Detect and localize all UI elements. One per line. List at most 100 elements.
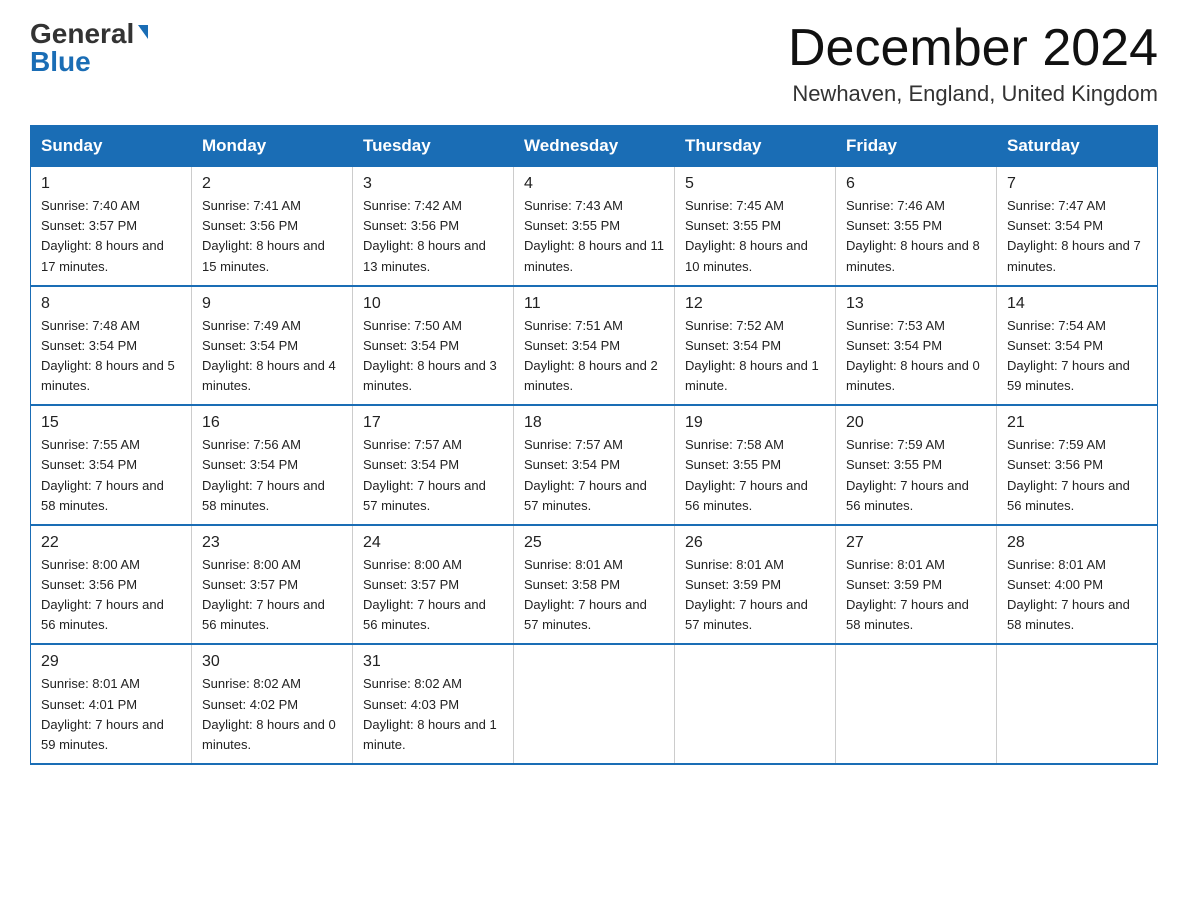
table-row: 13 Sunrise: 7:53 AMSunset: 3:54 PMDaylig… (836, 286, 997, 406)
table-row: 2 Sunrise: 7:41 AMSunset: 3:56 PMDayligh… (192, 167, 353, 286)
day-number: 23 (202, 534, 342, 552)
day-number: 1 (41, 175, 181, 193)
day-info: Sunrise: 7:53 AMSunset: 3:54 PMDaylight:… (846, 318, 980, 393)
col-tuesday: Tuesday (353, 126, 514, 167)
day-info: Sunrise: 7:57 AMSunset: 3:54 PMDaylight:… (363, 437, 486, 512)
day-info: Sunrise: 7:51 AMSunset: 3:54 PMDaylight:… (524, 318, 658, 393)
table-row: 28 Sunrise: 8:01 AMSunset: 4:00 PMDaylig… (997, 525, 1158, 645)
col-monday: Monday (192, 126, 353, 167)
day-info: Sunrise: 8:00 AMSunset: 3:57 PMDaylight:… (363, 557, 486, 632)
day-number: 11 (524, 295, 664, 313)
day-info: Sunrise: 7:50 AMSunset: 3:54 PMDaylight:… (363, 318, 497, 393)
day-info: Sunrise: 7:47 AMSunset: 3:54 PMDaylight:… (1007, 198, 1141, 273)
title-block: December 2024 Newhaven, England, United … (788, 20, 1158, 107)
day-info: Sunrise: 8:00 AMSunset: 3:56 PMDaylight:… (41, 557, 164, 632)
day-info: Sunrise: 7:45 AMSunset: 3:55 PMDaylight:… (685, 198, 808, 273)
logo-general-line: General (30, 20, 148, 48)
day-info: Sunrise: 7:48 AMSunset: 3:54 PMDaylight:… (41, 318, 175, 393)
day-info: Sunrise: 7:46 AMSunset: 3:55 PMDaylight:… (846, 198, 980, 273)
day-info: Sunrise: 7:55 AMSunset: 3:54 PMDaylight:… (41, 437, 164, 512)
table-row: 15 Sunrise: 7:55 AMSunset: 3:54 PMDaylig… (31, 405, 192, 525)
day-number: 15 (41, 414, 181, 432)
table-row: 14 Sunrise: 7:54 AMSunset: 3:54 PMDaylig… (997, 286, 1158, 406)
table-row: 31 Sunrise: 8:02 AMSunset: 4:03 PMDaylig… (353, 644, 514, 764)
page-header: General Blue December 2024 Newhaven, Eng… (30, 20, 1158, 107)
day-info: Sunrise: 7:57 AMSunset: 3:54 PMDaylight:… (524, 437, 647, 512)
table-row: 26 Sunrise: 8:01 AMSunset: 3:59 PMDaylig… (675, 525, 836, 645)
col-sunday: Sunday (31, 126, 192, 167)
day-info: Sunrise: 7:43 AMSunset: 3:55 PMDaylight:… (524, 198, 664, 273)
day-number: 16 (202, 414, 342, 432)
day-number: 18 (524, 414, 664, 432)
table-row: 23 Sunrise: 8:00 AMSunset: 3:57 PMDaylig… (192, 525, 353, 645)
day-number: 28 (1007, 534, 1147, 552)
day-number: 31 (363, 653, 503, 671)
table-row: 5 Sunrise: 7:45 AMSunset: 3:55 PMDayligh… (675, 167, 836, 286)
day-number: 6 (846, 175, 986, 193)
day-number: 5 (685, 175, 825, 193)
day-info: Sunrise: 7:41 AMSunset: 3:56 PMDaylight:… (202, 198, 325, 273)
table-row: 27 Sunrise: 8:01 AMSunset: 3:59 PMDaylig… (836, 525, 997, 645)
day-info: Sunrise: 7:59 AMSunset: 3:55 PMDaylight:… (846, 437, 969, 512)
day-number: 27 (846, 534, 986, 552)
table-row: 4 Sunrise: 7:43 AMSunset: 3:55 PMDayligh… (514, 167, 675, 286)
day-number: 25 (524, 534, 664, 552)
col-saturday: Saturday (997, 126, 1158, 167)
day-number: 4 (524, 175, 664, 193)
table-row: 8 Sunrise: 7:48 AMSunset: 3:54 PMDayligh… (31, 286, 192, 406)
table-row: 1 Sunrise: 7:40 AMSunset: 3:57 PMDayligh… (31, 167, 192, 286)
table-row: 16 Sunrise: 7:56 AMSunset: 3:54 PMDaylig… (192, 405, 353, 525)
calendar-table: Sunday Monday Tuesday Wednesday Thursday… (30, 125, 1158, 765)
day-number: 24 (363, 534, 503, 552)
day-number: 2 (202, 175, 342, 193)
day-info: Sunrise: 8:00 AMSunset: 3:57 PMDaylight:… (202, 557, 325, 632)
day-number: 9 (202, 295, 342, 313)
day-number: 3 (363, 175, 503, 193)
table-row (836, 644, 997, 764)
month-title: December 2024 (788, 20, 1158, 77)
day-number: 7 (1007, 175, 1147, 193)
logo: General Blue (30, 20, 148, 76)
day-number: 29 (41, 653, 181, 671)
day-number: 21 (1007, 414, 1147, 432)
table-row: 21 Sunrise: 7:59 AMSunset: 3:56 PMDaylig… (997, 405, 1158, 525)
day-info: Sunrise: 8:02 AMSunset: 4:03 PMDaylight:… (363, 676, 497, 751)
table-row: 18 Sunrise: 7:57 AMSunset: 3:54 PMDaylig… (514, 405, 675, 525)
table-row: 12 Sunrise: 7:52 AMSunset: 3:54 PMDaylig… (675, 286, 836, 406)
day-number: 22 (41, 534, 181, 552)
day-number: 20 (846, 414, 986, 432)
day-number: 14 (1007, 295, 1147, 313)
day-number: 19 (685, 414, 825, 432)
day-info: Sunrise: 7:42 AMSunset: 3:56 PMDaylight:… (363, 198, 486, 273)
table-row (675, 644, 836, 764)
day-number: 26 (685, 534, 825, 552)
day-number: 13 (846, 295, 986, 313)
table-row: 24 Sunrise: 8:00 AMSunset: 3:57 PMDaylig… (353, 525, 514, 645)
col-thursday: Thursday (675, 126, 836, 167)
day-info: Sunrise: 8:01 AMSunset: 3:59 PMDaylight:… (846, 557, 969, 632)
day-number: 8 (41, 295, 181, 313)
table-row: 9 Sunrise: 7:49 AMSunset: 3:54 PMDayligh… (192, 286, 353, 406)
table-row: 30 Sunrise: 8:02 AMSunset: 4:02 PMDaylig… (192, 644, 353, 764)
day-number: 10 (363, 295, 503, 313)
day-info: Sunrise: 8:01 AMSunset: 4:01 PMDaylight:… (41, 676, 164, 751)
table-row: 3 Sunrise: 7:42 AMSunset: 3:56 PMDayligh… (353, 167, 514, 286)
day-info: Sunrise: 7:58 AMSunset: 3:55 PMDaylight:… (685, 437, 808, 512)
table-row: 6 Sunrise: 7:46 AMSunset: 3:55 PMDayligh… (836, 167, 997, 286)
table-row: 29 Sunrise: 8:01 AMSunset: 4:01 PMDaylig… (31, 644, 192, 764)
logo-blue-text: Blue (30, 46, 91, 77)
table-row (514, 644, 675, 764)
logo-general-text: General (30, 18, 148, 49)
location-text: Newhaven, England, United Kingdom (788, 81, 1158, 107)
day-info: Sunrise: 7:59 AMSunset: 3:56 PMDaylight:… (1007, 437, 1130, 512)
day-info: Sunrise: 7:52 AMSunset: 3:54 PMDaylight:… (685, 318, 819, 393)
table-row: 17 Sunrise: 7:57 AMSunset: 3:54 PMDaylig… (353, 405, 514, 525)
day-number: 12 (685, 295, 825, 313)
table-row: 7 Sunrise: 7:47 AMSunset: 3:54 PMDayligh… (997, 167, 1158, 286)
table-row: 25 Sunrise: 8:01 AMSunset: 3:58 PMDaylig… (514, 525, 675, 645)
day-number: 17 (363, 414, 503, 432)
day-info: Sunrise: 8:01 AMSunset: 3:59 PMDaylight:… (685, 557, 808, 632)
day-number: 30 (202, 653, 342, 671)
day-info: Sunrise: 8:02 AMSunset: 4:02 PMDaylight:… (202, 676, 336, 751)
day-info: Sunrise: 8:01 AMSunset: 3:58 PMDaylight:… (524, 557, 647, 632)
